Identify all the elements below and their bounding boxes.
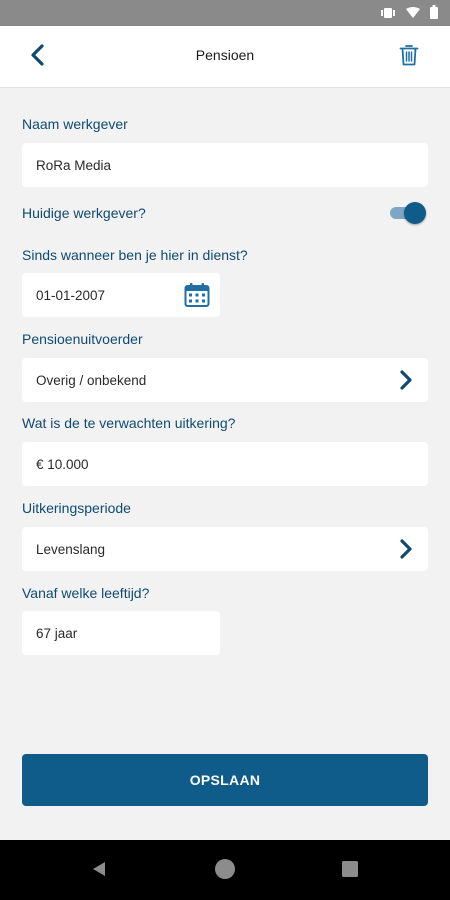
app-bar: Pensioen [0,26,450,88]
employer-field[interactable]: RoRa Media [22,143,428,187]
chevron-right-icon [396,370,416,390]
expected-benefit-field[interactable]: € 10.000 [22,442,428,486]
period-value: Levenslang [36,541,106,557]
nav-recents-button[interactable] [339,860,361,882]
status-bar [0,0,450,26]
provider-select[interactable]: Overig / onbekend [22,358,428,402]
delete-button[interactable] [394,42,424,72]
age-field[interactable]: 67 jaar [22,611,220,655]
toggle-knob [404,202,426,224]
period-select[interactable]: Levenslang [22,527,428,571]
employer-label: Naam werkgever [22,116,128,132]
start-date-value: 01-01-2007 [36,287,106,303]
provider-value: Overig / onbekend [36,372,147,388]
wifi-icon [406,6,420,24]
current-employer-toggle[interactable] [388,200,426,226]
nav-back-button[interactable] [88,860,110,882]
nav-home-button[interactable] [214,858,236,885]
expected-benefit-label: Wat is de te verwachten uitkering? [22,415,236,431]
current-employer-label: Huidige werkgever? [22,205,146,221]
expected-benefit-value: € 10.000 [36,456,89,472]
save-button[interactable]: OPSLAAN [22,754,428,806]
battery-icon [430,5,438,24]
provider-label: Pensioenuitvoerder [22,331,143,347]
chevron-right-icon [396,539,416,559]
triangle-back-icon [90,860,108,883]
employer-value: RoRa Media [36,157,112,173]
start-date-field[interactable]: 01-01-2007 [22,273,220,317]
system-nav-bar [0,840,450,900]
square-recents-icon [341,860,359,883]
calendar-icon[interactable] [184,282,210,311]
vibrate-icon [380,6,396,24]
circle-home-icon [214,858,236,885]
trash-icon [399,44,419,71]
age-value: 67 jaar [36,625,78,641]
period-label: Uitkeringsperiode [22,500,131,516]
age-label: Vanaf welke leeftijd? [22,585,150,601]
page-title: Pensioen [195,47,255,63]
since-label: Sinds wanneer ben je hier in dienst? [22,247,248,263]
